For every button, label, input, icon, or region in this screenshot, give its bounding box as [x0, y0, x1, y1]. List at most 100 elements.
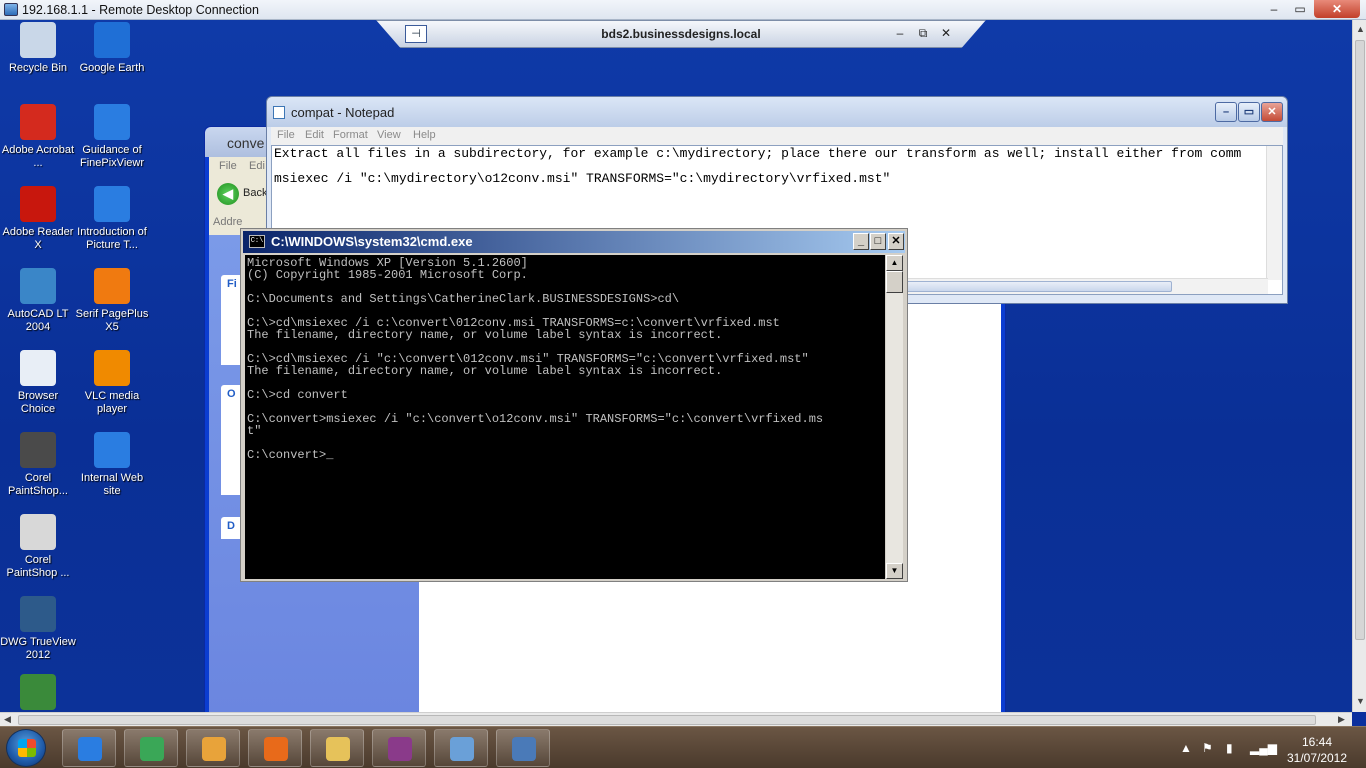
taskbar-outlook-button[interactable]: [186, 729, 240, 767]
cmd-minimize-button[interactable]: _: [853, 233, 869, 250]
scroll-down-arrow-icon[interactable]: ▼: [1356, 696, 1365, 706]
console-line: (C) Copyright 1985-2001 Microsoft Corp.: [247, 268, 528, 282]
desktop-icon-label: Adobe Reader X: [2, 226, 74, 251]
desktop-icon[interactable]: Adobe Reader X: [0, 186, 76, 252]
corel-paintshop-icon: [20, 514, 56, 550]
outlook-icon: [202, 737, 226, 761]
cmd-scroll-down-button[interactable]: ▼: [886, 563, 903, 579]
clock-time[interactable]: 16:44: [1282, 735, 1352, 749]
desktop-icon-label: Guidance of FinePixViewr: [80, 144, 144, 169]
notepad-title: compat - Notepad: [291, 105, 395, 120]
chrome-icon: [140, 737, 164, 761]
taskbar-internet-explorer-button[interactable]: [62, 729, 116, 767]
desktop-icon-label: Browser Choice: [17, 390, 59, 415]
back-arrow-icon[interactable]: ◀: [217, 183, 239, 205]
desktop-icon[interactable]: Corel PaintShop...: [0, 432, 76, 498]
winrar-icon: [388, 737, 412, 761]
notepad-close-button[interactable]: ✕: [1261, 102, 1283, 122]
cmd-maximize-button[interactable]: □: [870, 233, 886, 250]
task-box-details-label: D: [227, 520, 235, 532]
cmd-icon: C:\: [249, 235, 265, 248]
rdp-vertical-scrollbar[interactable]: ▲ ▼: [1352, 20, 1366, 712]
notepad-menu-help[interactable]: Help: [413, 129, 436, 141]
rdp-maximize-button[interactable]: ▭: [1288, 0, 1312, 18]
desktop-icon[interactable]: [0, 674, 76, 712]
desktop-icon[interactable]: DWG TrueView 2012: [0, 596, 76, 662]
scroll-up-arrow-icon[interactable]: ▲: [1356, 24, 1365, 34]
desktop-icon[interactable]: AutoCAD LT 2004: [0, 268, 76, 334]
notepad-menubar: File Edit Format View Help: [271, 127, 1283, 145]
connection-minimize-button[interactable]: –: [891, 26, 909, 40]
notepad-menu-view[interactable]: View: [377, 129, 401, 141]
rdp-hscroll-thumb[interactable]: [18, 715, 1316, 725]
control-panel-icon: [450, 737, 474, 761]
network-icon[interactable]: ▂▄▆: [1250, 741, 1277, 755]
desktop-icon[interactable]: Browser Choice: [0, 350, 76, 416]
cmd-scroll-up-button[interactable]: ▲: [886, 255, 903, 271]
start-button[interactable]: [6, 729, 46, 767]
connection-restore-button[interactable]: ⧉: [914, 26, 932, 41]
clock-date[interactable]: 31/07/2012: [1282, 751, 1352, 765]
address-label: Addre: [213, 216, 243, 228]
recycle-bin-icon: [20, 22, 56, 58]
taskbar-chrome-button[interactable]: [124, 729, 178, 767]
console-line: C:\convert>msiexec /i "c:\convert\o12con…: [247, 412, 824, 426]
console-line: C:\Documents and Settings\CatherineClark…: [247, 292, 680, 306]
desktop-icon-label: Introduction of Picture T...: [77, 226, 147, 251]
internet-explorer-icon: [94, 104, 130, 140]
taskbar-control-panel-button[interactable]: [434, 729, 488, 767]
desktop-icon[interactable]: Adobe Acrobat ...: [0, 104, 76, 170]
cmd-console-output[interactable]: Microsoft Windows XP [Version 5.1.2600](…: [245, 255, 885, 579]
desktop-icon-label: VLC media player: [84, 390, 140, 415]
explorer-menu-edit[interactable]: Edi: [249, 160, 265, 172]
autocad-icon: [20, 268, 56, 304]
corel-paintshop-icon: [20, 432, 56, 468]
connection-close-button[interactable]: ✕: [937, 26, 955, 40]
cmd-scroll-thumb[interactable]: [886, 271, 903, 293]
taskbar-firefox-button[interactable]: [248, 729, 302, 767]
scroll-left-arrow-icon[interactable]: ◀: [4, 714, 11, 725]
adobe-acrobat-icon: [20, 104, 56, 140]
notepad-menu-format[interactable]: Format: [333, 129, 368, 141]
console-line: C:\>cd convert: [247, 388, 348, 402]
notepad-menu-edit[interactable]: Edit: [305, 129, 324, 141]
cmd-vertical-scrollbar[interactable]: ▲ ▼: [886, 255, 903, 579]
desktop-icon-label: DWG TrueView 2012: [0, 636, 76, 661]
firefox-icon: [264, 737, 288, 761]
notepad-titlebar[interactable]: compat - Notepad – ▭ ✕: [267, 97, 1287, 127]
desktop-icon[interactable]: Guidance of FinePixViewr: [74, 104, 150, 170]
taskbar-remote-desktop-button[interactable]: [496, 729, 550, 767]
internet-explorer-icon: [94, 432, 130, 468]
desktop-icon[interactable]: Corel PaintShop ...: [0, 514, 76, 580]
notepad-vertical-scrollbar[interactable]: [1266, 146, 1282, 280]
flag-icon[interactable]: ⚑: [1202, 741, 1213, 755]
desktop-icon[interactable]: Serif PagePlus X5: [74, 268, 150, 334]
desktop-icon[interactable]: VLC media player: [74, 350, 150, 416]
rdp-minimize-button[interactable]: –: [1262, 0, 1286, 18]
rdp-titlebar: 192.168.1.1 - Remote Desktop Connection …: [0, 0, 1366, 20]
rdp-horizontal-scrollbar[interactable]: ◀ ▶: [0, 712, 1352, 726]
cmd-close-button[interactable]: ✕: [888, 233, 904, 250]
task-box-other-label: O: [227, 388, 236, 400]
back-button-label[interactable]: Back: [243, 187, 267, 199]
cmd-window: C:\ C:\WINDOWS\system32\cmd.exe _ □ ✕ Mi…: [240, 228, 908, 582]
rdp-vscroll-thumb[interactable]: [1355, 40, 1365, 640]
power-icon[interactable]: ▮: [1226, 741, 1233, 755]
scroll-right-arrow-icon[interactable]: ▶: [1338, 714, 1345, 725]
notepad-hscroll-thumb[interactable]: [872, 281, 1172, 292]
desktop-icon[interactable]: Introduction of Picture T...: [74, 186, 150, 252]
explorer-menu-file[interactable]: File: [219, 160, 237, 172]
taskbar-windows-explorer-button[interactable]: [310, 729, 364, 767]
rdp-close-button[interactable]: ✕: [1314, 0, 1360, 18]
notepad-maximize-button[interactable]: ▭: [1238, 102, 1260, 122]
show-hidden-icons-icon[interactable]: ▲: [1180, 741, 1192, 755]
notepad-menu-file[interactable]: File: [277, 129, 295, 141]
taskbar-winrar-button[interactable]: [372, 729, 426, 767]
console-line: C:\convert>_: [247, 448, 334, 462]
desktop-icon[interactable]: Recycle Bin: [0, 22, 76, 75]
cmd-titlebar[interactable]: C:\ C:\WINDOWS\system32\cmd.exe _ □ ✕: [243, 231, 905, 253]
notepad-minimize-button[interactable]: –: [1215, 102, 1237, 122]
desktop-icon[interactable]: Internal Web site: [74, 432, 150, 498]
desktop-icon[interactable]: Google Earth: [74, 22, 150, 75]
